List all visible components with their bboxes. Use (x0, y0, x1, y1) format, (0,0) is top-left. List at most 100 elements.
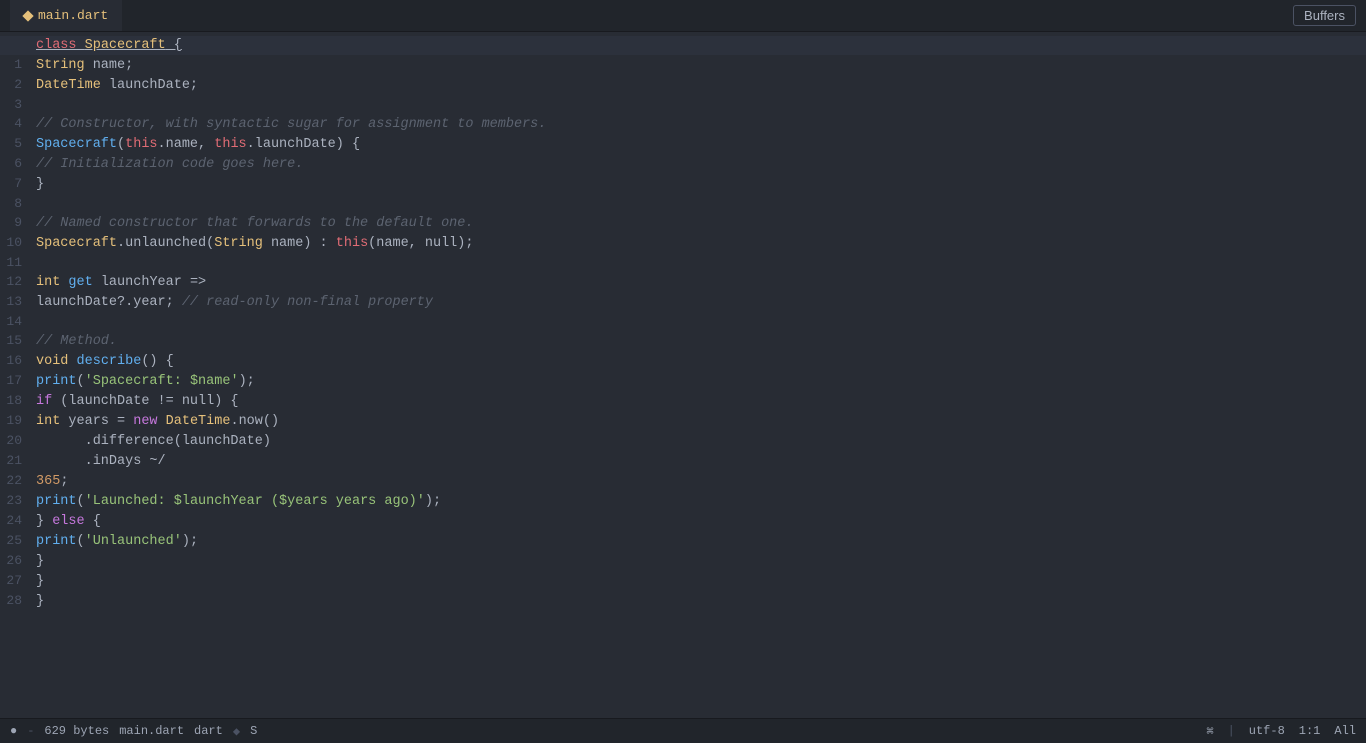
code-line: 11 (0, 253, 1366, 272)
line-content: launchDate?.year; // read-only non-final… (36, 293, 1366, 312)
line-content: int get launchYear => (36, 273, 1366, 292)
line-content: Spacecraft.unlaunched(String name) : thi… (36, 234, 1366, 253)
line-number: 7 (0, 174, 36, 193)
tab-modified-icon (22, 10, 33, 21)
code-line: 1String name; (0, 55, 1366, 75)
code-line: 16void describe() { (0, 351, 1366, 371)
line-number: 22 (0, 471, 36, 490)
status-sep2: ◆ (233, 724, 240, 739)
code-line: class Spacecraft { (0, 36, 1366, 55)
line-number: 2 (0, 75, 36, 94)
line-number: 13 (0, 292, 36, 311)
line-number: 1 (0, 55, 36, 74)
code-line: 20 .difference(launchDate) (0, 431, 1366, 451)
line-content: .difference(launchDate) (36, 432, 1366, 451)
status-git: S (250, 724, 257, 738)
status-bar: ● - 629 bytes main.dart dart ◆ S ⌘ | utf… (0, 718, 1366, 743)
status-linux-icon: ⌘ (1206, 724, 1213, 739)
code-line: 17print('Spacecraft: $name'); (0, 371, 1366, 391)
code-line: 13launchDate?.year; // read-only non-fin… (0, 292, 1366, 312)
code-line: 3 (0, 95, 1366, 114)
code-line: 25print('Unlaunched'); (0, 531, 1366, 551)
line-number: 8 (0, 194, 36, 213)
code-line: 2DateTime launchDate; (0, 75, 1366, 95)
code-area: class Spacecraft {1String name;2DateTime… (0, 32, 1366, 718)
line-number: 4 (0, 114, 36, 133)
code-line: 26} (0, 551, 1366, 571)
line-content: // Constructor, with syntactic sugar for… (36, 115, 1366, 134)
status-filename: main.dart (119, 724, 184, 738)
code-line: 6// Initialization code goes here. (0, 154, 1366, 174)
line-number: 15 (0, 331, 36, 350)
line-number: 14 (0, 312, 36, 331)
line-content: } (36, 572, 1366, 591)
code-line: 18if (launchDate != null) { (0, 391, 1366, 411)
status-position: 1:1 (1299, 724, 1321, 738)
tab-area: main.dart (10, 0, 122, 31)
code-line: 10Spacecraft.unlaunched(String name) : t… (0, 233, 1366, 253)
line-number: 25 (0, 531, 36, 550)
tab-filename: main.dart (38, 8, 108, 23)
status-sep3: | (1228, 724, 1235, 738)
line-number: 12 (0, 272, 36, 291)
active-tab[interactable]: main.dart (10, 0, 122, 31)
line-number: 6 (0, 154, 36, 173)
line-number: 9 (0, 213, 36, 232)
line-number: 28 (0, 591, 36, 610)
line-content: // Method. (36, 332, 1366, 351)
code-line: 23print('Launched: $launchYear ($years y… (0, 491, 1366, 511)
code-line: 7} (0, 174, 1366, 194)
line-number: 21 (0, 451, 36, 470)
status-sep1: - (27, 724, 34, 738)
line-content: // Named constructor that forwards to th… (36, 214, 1366, 233)
line-content: print('Launched: $launchYear ($years yea… (36, 492, 1366, 511)
status-indent: All (1334, 724, 1356, 738)
line-content: String name; (36, 56, 1366, 75)
line-number: 16 (0, 351, 36, 370)
code-line: 12int get launchYear => (0, 272, 1366, 292)
line-content: DateTime launchDate; (36, 76, 1366, 95)
line-content: // Initialization code goes here. (36, 155, 1366, 174)
code-line: 9// Named constructor that forwards to t… (0, 213, 1366, 233)
code-line: 28} (0, 591, 1366, 611)
line-content: } (36, 552, 1366, 571)
code-line: 21 .inDays ~/ (0, 451, 1366, 471)
line-content: print('Unlaunched'); (36, 532, 1366, 551)
status-right: ⌘ | utf-8 1:1 All (1206, 724, 1356, 739)
code-line: 19int years = new DateTime.now() (0, 411, 1366, 431)
status-filetype: dart (194, 724, 223, 738)
code-line: 5Spacecraft(this.name, this.launchDate) … (0, 134, 1366, 154)
line-content: .inDays ~/ (36, 452, 1366, 471)
line-content: class Spacecraft { (36, 36, 1366, 55)
line-number: 24 (0, 511, 36, 530)
line-content: print('Spacecraft: $name'); (36, 372, 1366, 391)
code-line: 24} else { (0, 511, 1366, 531)
status-encoding: utf-8 (1249, 724, 1285, 738)
line-number: 18 (0, 391, 36, 410)
line-number: 27 (0, 571, 36, 590)
line-content: int years = new DateTime.now() (36, 412, 1366, 431)
status-info-icon: ● (10, 724, 17, 738)
line-content: } (36, 175, 1366, 194)
code-line: 14 (0, 312, 1366, 331)
line-number: 23 (0, 491, 36, 510)
line-content: if (launchDate != null) { (36, 392, 1366, 411)
title-bar: main.dart Buffers (0, 0, 1366, 32)
line-content: } (36, 592, 1366, 611)
status-filesize: 629 bytes (44, 724, 109, 738)
buffers-button[interactable]: Buffers (1293, 5, 1356, 26)
code-line: 22365; (0, 471, 1366, 491)
line-content: Spacecraft(this.name, this.launchDate) { (36, 135, 1366, 154)
line-number: 20 (0, 431, 36, 450)
code-line: 8 (0, 194, 1366, 213)
line-number: 19 (0, 411, 36, 430)
line-content: 365; (36, 472, 1366, 491)
line-number: 10 (0, 233, 36, 252)
code-line: 15// Method. (0, 331, 1366, 351)
line-number: 26 (0, 551, 36, 570)
line-content: void describe() { (36, 352, 1366, 371)
code-line: 27} (0, 571, 1366, 591)
code-line: 4// Constructor, with syntactic sugar fo… (0, 114, 1366, 134)
line-number: 17 (0, 371, 36, 390)
line-number: 5 (0, 134, 36, 153)
